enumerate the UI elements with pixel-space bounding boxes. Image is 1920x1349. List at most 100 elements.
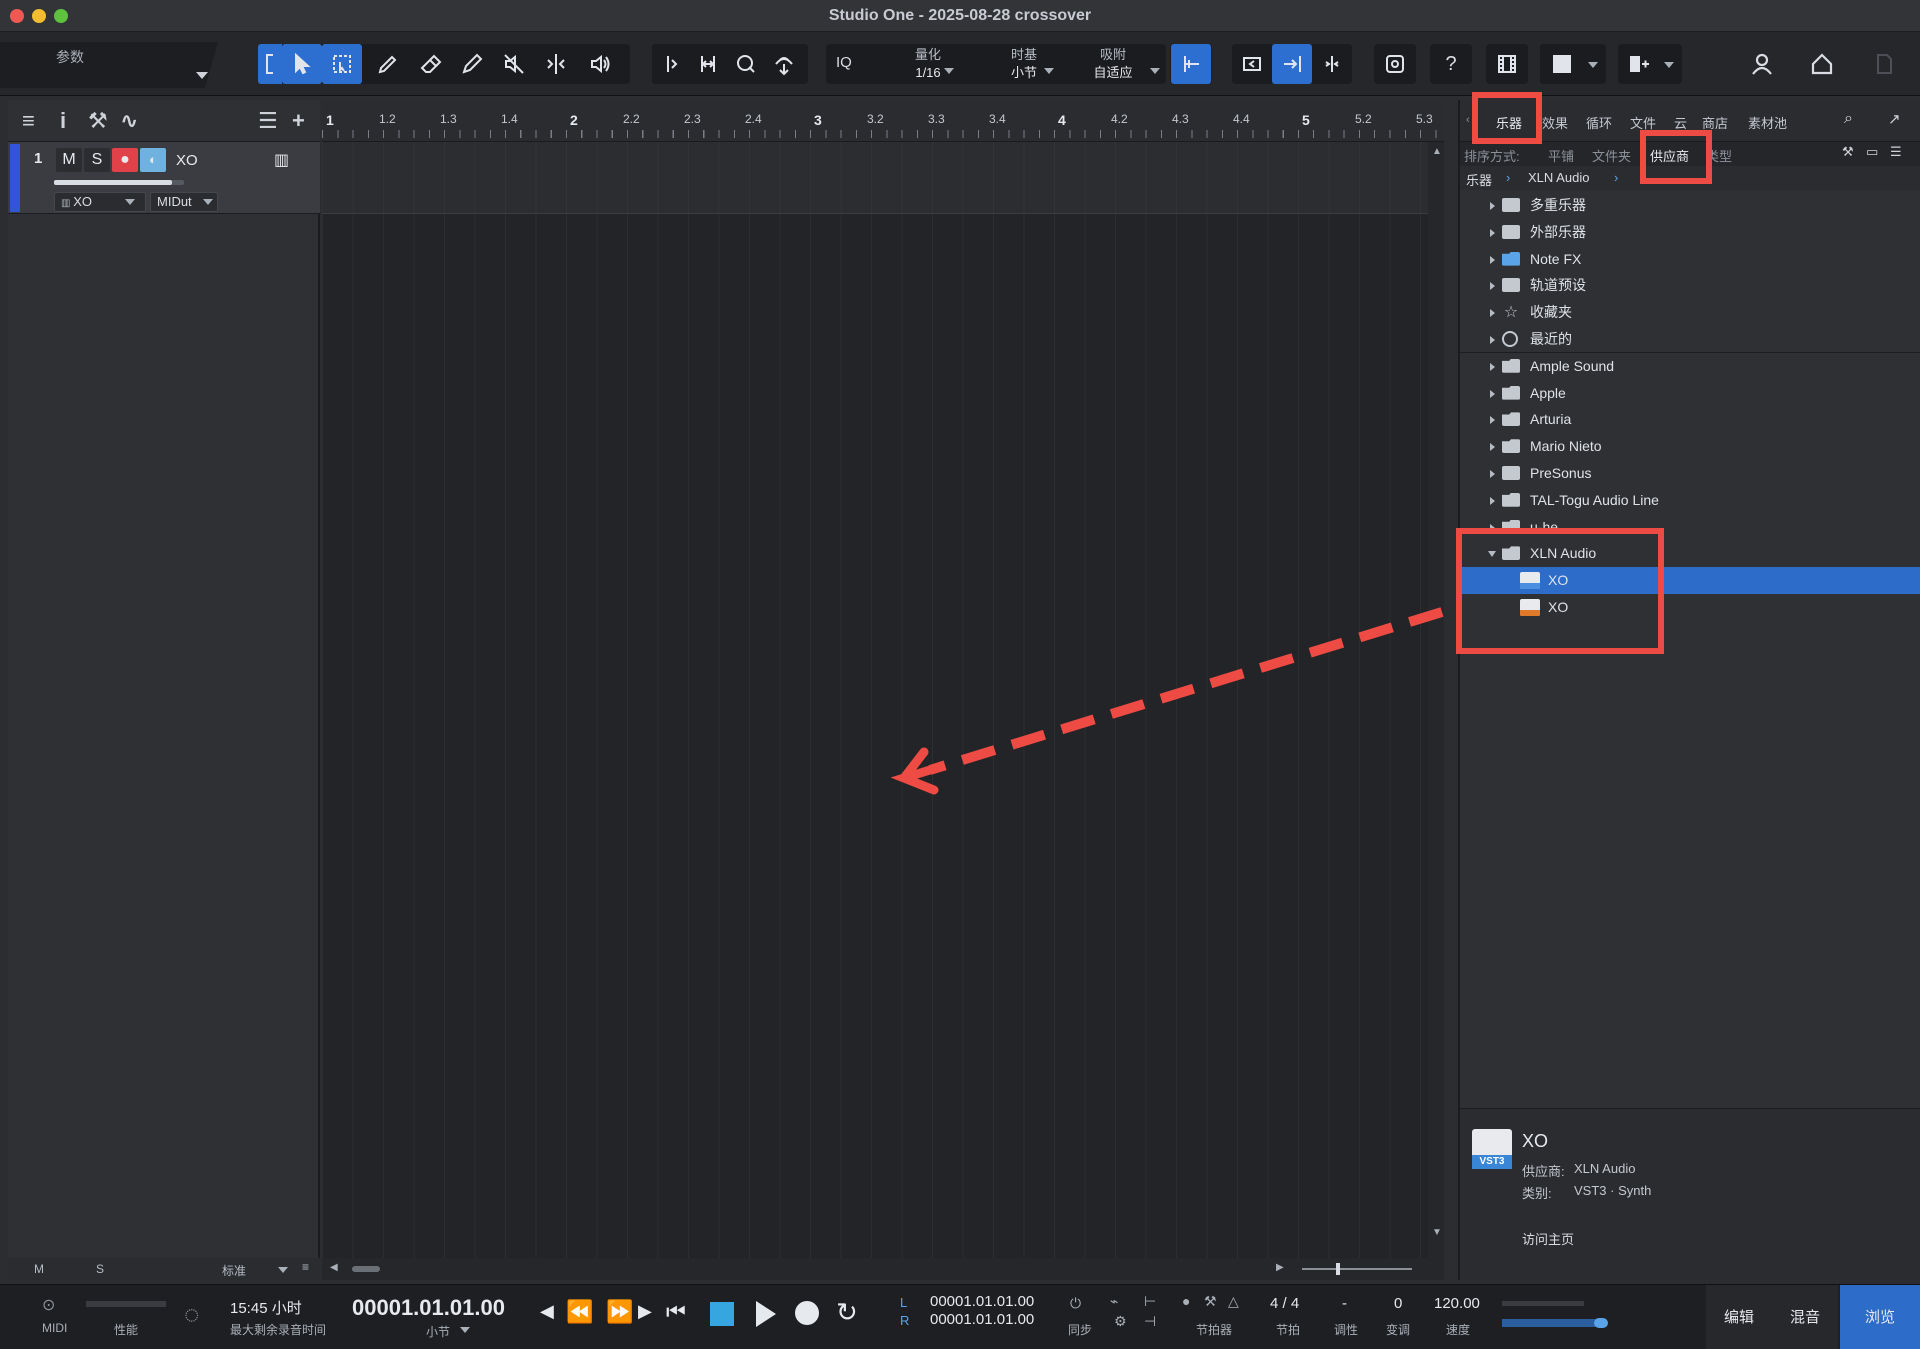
automation-curve-icon[interactable]: ∿ xyxy=(120,108,138,134)
tree-item[interactable]: Mario Nieto xyxy=(1460,433,1920,460)
page-browse-button[interactable]: 浏览 xyxy=(1840,1285,1920,1349)
track-volume-slider[interactable] xyxy=(54,180,184,185)
arrow-tool-button[interactable] xyxy=(282,44,322,84)
metronome-wrench-icon[interactable]: ⚒ xyxy=(1204,1293,1217,1310)
page-mix-button[interactable]: 混音 xyxy=(1772,1285,1838,1349)
list-options-icon[interactable]: ☰ xyxy=(258,108,278,134)
quantize-selector[interactable]: 量化 1/16 xyxy=(898,46,958,82)
tempo-value[interactable]: 120.00 xyxy=(1434,1295,1480,1312)
track-name[interactable]: XO xyxy=(176,152,198,169)
plugin-item[interactable]: XO xyxy=(1460,594,1920,621)
horizontal-scrollbar[interactable]: ◀ ▶ xyxy=(322,1258,1444,1280)
view-mode-select[interactable]: 标准 xyxy=(222,1262,246,1279)
chevron-down-icon[interactable] xyxy=(1664,62,1674,68)
sort-type[interactable]: 类型 xyxy=(1706,146,1732,165)
grid-view-button[interactable] xyxy=(1542,44,1582,84)
scroll-left-icon[interactable]: ◀ xyxy=(330,1262,338,1273)
tab-shop[interactable]: 商店 xyxy=(1702,113,1728,132)
collapsed-triangle-icon[interactable] xyxy=(1490,336,1495,344)
mute-button[interactable]: M xyxy=(56,148,82,172)
timebase-selector[interactable]: 时基 小节 xyxy=(994,46,1054,82)
wrench-icon[interactable]: ⚒ xyxy=(1842,144,1854,160)
collapsed-triangle-icon[interactable] xyxy=(1490,496,1495,505)
collapsed-triangle-icon[interactable] xyxy=(1490,362,1495,371)
metronome-icon[interactable]: △ xyxy=(1228,1293,1239,1310)
collapsed-triangle-icon[interactable] xyxy=(1490,228,1495,237)
tree-item[interactable]: 最近的 xyxy=(1460,326,1920,353)
tab-files[interactable]: 文件 xyxy=(1630,113,1656,132)
tab-loops[interactable]: 循环 xyxy=(1586,113,1612,132)
return-zero-icon[interactable]: ⏮ xyxy=(666,1299,686,1325)
tree-item[interactable]: Ample Sound xyxy=(1460,353,1920,380)
home-icon[interactable] xyxy=(1802,44,1842,84)
sort-folder[interactable]: 文件夹 xyxy=(1592,146,1631,165)
record-arm-button[interactable]: ● xyxy=(112,148,138,172)
tree-item[interactable]: Apple xyxy=(1460,380,1920,407)
master-volume-toggle[interactable] xyxy=(1594,1318,1608,1328)
breadcrumb-vendor[interactable]: XLN Audio xyxy=(1528,170,1589,185)
params-dropdown[interactable]: 参数 xyxy=(0,42,218,88)
tab-pool[interactable]: 素材池 xyxy=(1748,113,1787,132)
fast-forward-icon[interactable]: ⏩ xyxy=(606,1299,633,1325)
window-icon[interactable]: ▭ xyxy=(1866,144,1878,160)
chevron-down-icon[interactable] xyxy=(1588,62,1598,68)
cursor-follow-button[interactable] xyxy=(1312,44,1352,84)
footer-mute[interactable]: M xyxy=(34,1262,44,1276)
precount-icon[interactable]: ⌁ xyxy=(1110,1293,1118,1310)
range-bracket-icon[interactable] xyxy=(258,44,282,84)
scroll-up-icon[interactable]: ▲ xyxy=(1432,146,1442,157)
punch-out-icon[interactable]: ⊣ xyxy=(1144,1313,1156,1330)
split-tool-button[interactable] xyxy=(368,44,408,84)
chevron-down-icon[interactable] xyxy=(460,1327,470,1333)
collapsed-triangle-icon[interactable] xyxy=(1490,523,1495,532)
collapsed-triangle-icon[interactable] xyxy=(1490,202,1495,210)
sort-vendor[interactable]: 供应商 xyxy=(1650,146,1689,165)
rewind-icon[interactable]: ◀ xyxy=(540,1301,554,1322)
stretch-button[interactable] xyxy=(688,44,728,84)
play-button[interactable] xyxy=(756,1301,776,1327)
collapsed-triangle-icon[interactable] xyxy=(1490,470,1495,478)
snap-selector[interactable]: 吸附 自适应 xyxy=(1080,46,1146,82)
tree-item[interactable]: u-he xyxy=(1460,514,1920,541)
collapsed-triangle-icon[interactable] xyxy=(1490,389,1495,398)
paint-tool-button[interactable] xyxy=(452,44,492,84)
audio-bend-button[interactable] xyxy=(652,44,692,84)
focus-button[interactable] xyxy=(1375,44,1415,84)
chevron-down-icon[interactable] xyxy=(278,1267,288,1273)
expanded-triangle-icon[interactable] xyxy=(1488,551,1496,558)
return-to-start-button[interactable] xyxy=(1232,44,1272,84)
page-edit-button[interactable]: 编辑 xyxy=(1706,1285,1772,1349)
wrench-icon[interactable]: ⚒ xyxy=(88,108,108,134)
tree-item[interactable]: 轨道预设 xyxy=(1460,272,1920,299)
eraser-tool-button[interactable] xyxy=(410,44,450,84)
sort-flat[interactable]: 平铺 xyxy=(1548,146,1574,165)
position-display[interactable]: 00001.01.01.00 xyxy=(352,1295,505,1321)
instrument-selector[interactable]: ▥ XO xyxy=(54,192,146,212)
bend-tool-button[interactable] xyxy=(536,44,576,84)
page-icon[interactable] xyxy=(1864,44,1904,84)
collapsed-triangle-icon[interactable] xyxy=(1490,443,1495,452)
tree-item[interactable]: Note FX xyxy=(1460,246,1920,273)
monitor-button[interactable]: ◐ xyxy=(140,148,166,172)
record-button[interactable] xyxy=(795,1301,819,1325)
position-unit[interactable]: 小节 xyxy=(426,1323,450,1340)
collapsed-triangle-icon[interactable] xyxy=(1490,309,1495,318)
visit-homepage-link[interactable]: 访问主页 xyxy=(1522,1229,1574,1248)
loop-end[interactable]: 00001.01.01.00 xyxy=(930,1311,1034,1328)
range-tool-button[interactable] xyxy=(322,44,362,84)
chevron-left-icon[interactable]: ‹ xyxy=(1466,114,1470,126)
plugin-item[interactable]: XO xyxy=(1460,567,1920,595)
forward-icon[interactable]: ▶ xyxy=(638,1301,652,1322)
metronome-dot-icon[interactable]: ● xyxy=(1182,1293,1190,1309)
scroll-right-icon[interactable]: ▶ xyxy=(1276,1262,1284,1273)
collapsed-triangle-icon[interactable] xyxy=(1490,416,1495,425)
scroll-down-icon[interactable]: ▼ xyxy=(1432,1227,1442,1238)
breadcrumb-instruments[interactable]: 乐器 xyxy=(1466,170,1492,189)
zoom-slider-thumb[interactable] xyxy=(1336,1263,1340,1275)
autoscroll-follow-button[interactable] xyxy=(1272,44,1312,84)
zoom-slider[interactable] xyxy=(1302,1268,1412,1270)
vertical-scrollbar[interactable]: ▲ ▼ xyxy=(1428,142,1444,1258)
time-signature[interactable]: 4 / 4 xyxy=(1270,1295,1299,1312)
arrange-view[interactable] xyxy=(322,142,1444,1258)
tab-effects[interactable]: 效果 xyxy=(1542,113,1568,132)
